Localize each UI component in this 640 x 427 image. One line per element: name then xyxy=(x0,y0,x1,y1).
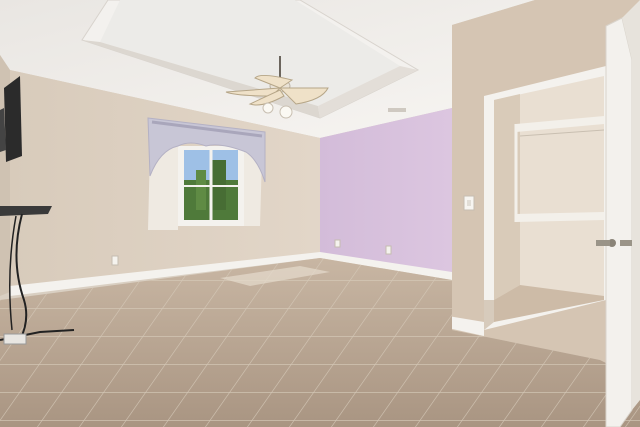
closet-doorway xyxy=(484,66,606,330)
outlet-icon xyxy=(334,239,341,248)
light-switch-toggle xyxy=(467,200,471,206)
outlet-icon xyxy=(385,245,392,255)
room-illustration xyxy=(0,0,640,427)
room-photo xyxy=(0,0,640,427)
ceiling-vent xyxy=(388,108,406,112)
outlet-icon xyxy=(111,255,119,266)
window xyxy=(147,117,266,230)
